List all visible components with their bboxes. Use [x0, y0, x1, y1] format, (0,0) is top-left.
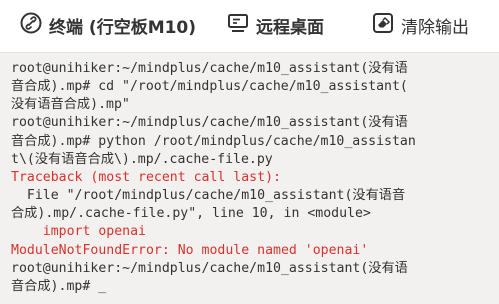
terminal-tab-label: 终端 (行空板M10) [49, 17, 197, 38]
terminal-line: 没有语音合成).mp" [11, 97, 130, 113]
remote-desktop-button[interactable]: 远程桌面 [227, 11, 324, 39]
link-icon [20, 12, 42, 38]
terminal-line: root@unihiker:~/mindplus/cache/m10_assis… [11, 260, 408, 276]
terminal-panel: 终端 (行空板M10) 远程桌面 清除输出 root@unihiker:~/mi… [0, 0, 499, 304]
terminal-line: 音合成).mp# _ [11, 278, 107, 294]
terminal-line: root@unihiker:~/mindplus/cache/m10_assis… [11, 61, 408, 76]
terminal-line: t\(没有语音合成\).mp/.cache-file.py [11, 151, 273, 167]
terminal-line: 合成).mp/.cache-file.py", line 10, in <mod… [11, 206, 371, 222]
terminal-tab[interactable]: 终端 (行空板M10) [20, 11, 196, 39]
toolbar: 终端 (行空板M10) 远程桌面 清除输出 [0, 0, 499, 52]
terminal-line: 音合成).mp# cd "/root/mindplus/cache/m10_as… [11, 79, 408, 95]
terminal-lines: root@unihiker:~/mindplus/cache/m10_assis… [11, 60, 416, 296]
terminal-error-line: ModuleNotFoundError: No module named 'op… [11, 242, 369, 258]
clear-output-button[interactable]: 清除输出 [372, 11, 469, 39]
terminal-error-line: import openai [11, 224, 146, 240]
terminal-line: File "/root/mindplus/cache/m10_assistant… [11, 188, 406, 204]
clear-output-label: 清除输出 [401, 17, 469, 38]
eraser-icon [372, 12, 394, 38]
terminal-error-line: Traceback (most recent call last): [11, 169, 281, 185]
terminal-line: 音合成).mp# python /root/mindplus/cache/m10… [11, 133, 416, 149]
monitor-icon [227, 12, 249, 38]
terminal-line: root@unihiker:~/mindplus/cache/m10_assis… [11, 115, 408, 131]
remote-desktop-label: 远程桌面 [256, 17, 324, 38]
terminal-output[interactable]: root@unihiker:~/mindplus/cache/m10_assis… [0, 53, 499, 304]
scrollbar[interactable] [491, 53, 499, 304]
